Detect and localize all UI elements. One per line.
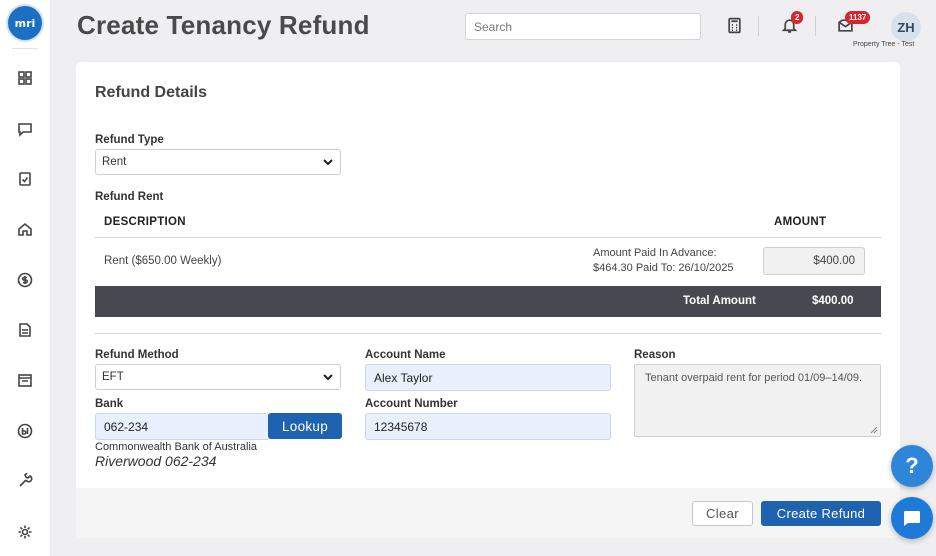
account-number-label: Account Number [365, 398, 458, 410]
page-title: Create Tenancy Refund [77, 10, 370, 40]
sidebar: mri [0, 0, 50, 556]
refund-type-value: Rent [102, 156, 127, 168]
table-divider [95, 237, 881, 238]
description-column-header: DESCRIPTION [104, 216, 186, 228]
help-button[interactable]: ? [891, 445, 933, 487]
reason-textarea[interactable]: Tenant overpaid rent for period 01/09–14… [634, 364, 881, 437]
mri-logo[interactable]: mri [8, 6, 42, 40]
bank-label: Bank [95, 398, 124, 410]
home-icon[interactable] [15, 219, 35, 239]
row-description: Rent ($650.00 Weekly) [104, 255, 222, 267]
resize-handle-icon[interactable] [870, 426, 878, 434]
bank-name: Commonwealth Bank of Australia [95, 441, 258, 453]
paid-line-1: Amount Paid In Advance: [593, 247, 717, 259]
calculator-icon[interactable] [723, 14, 745, 36]
reason-text: Tenant overpaid rent for period 01/09–14… [645, 372, 863, 384]
refund-method-label: Refund Method [95, 349, 179, 361]
total-label: Total Amount [683, 295, 756, 307]
sidebar-divider [12, 48, 38, 49]
total-value: $400.00 [812, 295, 854, 307]
wrench-icon[interactable] [15, 471, 35, 491]
avatar[interactable]: ZH [891, 12, 921, 42]
logo-text: mri [14, 16, 36, 30]
chat-bubble-icon [904, 511, 920, 526]
refund-type-label: Refund Type [95, 134, 164, 146]
tasks-icon[interactable] [15, 169, 35, 189]
refund-type-select[interactable]: Rent [95, 149, 341, 175]
lookup-button[interactable]: Lookup [268, 413, 342, 439]
chevron-down-icon [323, 374, 333, 381]
create-refund-button[interactable]: Create Refund [761, 501, 881, 526]
refund-method-value: EFT [102, 371, 124, 383]
header-divider [758, 16, 759, 36]
dollar-icon[interactable] [15, 270, 35, 290]
refund-rent-label: Refund Rent [95, 191, 164, 203]
refund-card: Refund Details Refund Type Rent Refund R… [76, 62, 900, 538]
dashboard-icon[interactable] [15, 68, 35, 88]
reason-label: Reason [634, 349, 676, 361]
bi-icon[interactable] [15, 421, 35, 441]
header-divider [815, 16, 816, 36]
chat-support-button[interactable] [891, 497, 933, 539]
messages-badge: 1137 [845, 11, 871, 24]
chat-icon[interactable] [15, 119, 35, 139]
document-icon[interactable] [15, 320, 35, 340]
account-number-input[interactable]: 12345678 [365, 413, 611, 440]
chevron-down-icon [323, 159, 333, 166]
settings-icon[interactable] [15, 522, 35, 542]
notifications-badge: 2 [791, 11, 804, 24]
refund-method-select[interactable]: EFT [95, 364, 341, 390]
account-name-label: Account Name [365, 349, 446, 361]
tenant-label: Property Tree - Test [853, 41, 915, 48]
amount-column-header: AMOUNT [774, 216, 827, 228]
account-name-input[interactable]: Alex Taylor [365, 364, 611, 391]
bank-branch: Riverwood 062-234 [95, 453, 217, 469]
total-bar: Total Amount $400.00 [95, 286, 881, 317]
section-divider [95, 333, 881, 334]
clear-button[interactable]: Clear [692, 501, 753, 526]
paid-line-2: $464.30 Paid To: 26/10/2025 [593, 262, 734, 274]
refund-amount-input[interactable]: $400.00 [763, 247, 865, 275]
search-input[interactable] [465, 13, 701, 40]
bank-bsb-input[interactable]: 062-234 [95, 413, 270, 440]
paid-in-advance: Amount Paid In Advance: $464.30 Paid To:… [593, 246, 733, 276]
section-title: Refund Details [95, 84, 208, 101]
inbox-icon[interactable] [15, 370, 35, 390]
